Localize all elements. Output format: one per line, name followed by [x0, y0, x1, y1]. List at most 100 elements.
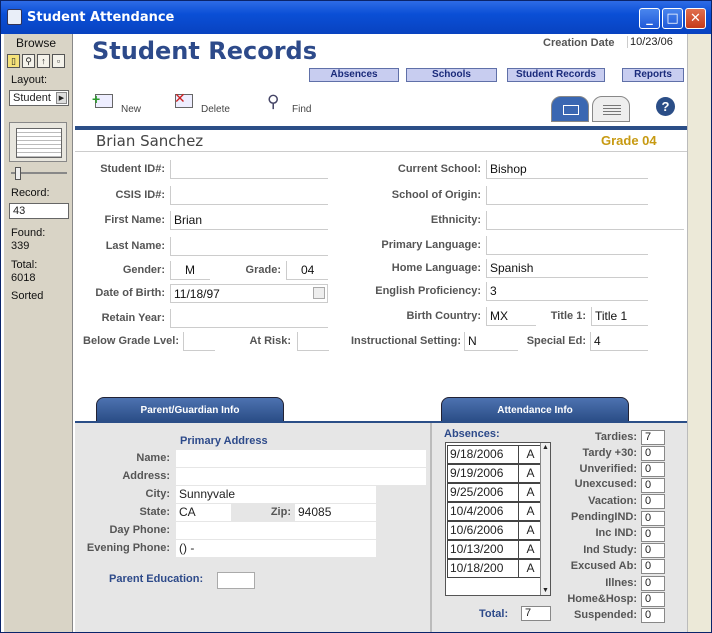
at-risk-label: At Risk:	[249, 335, 291, 347]
find-mode-icon[interactable]: ⚲	[22, 54, 35, 68]
primary-address-heading: Primary Address	[180, 435, 268, 447]
excused-ab-value[interactable]: 0	[641, 559, 665, 574]
evening-phone-field[interactable]: () -	[176, 540, 376, 557]
tab-reports[interactable]: Reports	[622, 68, 684, 82]
csis-id-field[interactable]	[170, 186, 328, 205]
app-window: Student Attendance _ □ ✕ Browse ▯ ⚲ ↑ ▫ …	[0, 0, 712, 633]
state-field[interactable]: CA	[176, 504, 231, 521]
special-ed-field[interactable]: 4	[590, 332, 648, 351]
absence-date: 10/13/200	[450, 542, 504, 556]
english-proficiency-field[interactable]: 3	[486, 282, 648, 301]
vacation-label: Vacation:	[588, 495, 637, 507]
title-bar[interactable]: Student Attendance _ □ ✕	[1, 1, 711, 34]
illnes-value[interactable]: 0	[641, 576, 665, 591]
grade-label: Grade:	[245, 264, 281, 276]
address-field[interactable]	[176, 468, 426, 485]
tardy-30-value[interactable]: 0	[641, 446, 665, 461]
browse-mode-icon[interactable]: ▯	[7, 54, 20, 68]
ethnicity-field[interactable]	[486, 211, 684, 230]
ind-study-value[interactable]: 0	[641, 543, 665, 558]
current-school-label: Current School:	[397, 163, 481, 175]
form-view-button[interactable]	[551, 96, 589, 122]
maximize-button[interactable]: □	[662, 8, 683, 29]
birth-country-field[interactable]: MX	[486, 307, 536, 326]
preview-mode-icon[interactable]: ▫	[52, 54, 65, 68]
first-name-field[interactable]: Brian	[170, 211, 328, 230]
find-label: Find	[292, 104, 312, 115]
mode-label[interactable]: Browse	[16, 36, 56, 50]
home-hosp-value[interactable]: 0	[641, 592, 665, 607]
title-1-field[interactable]: Title 1	[591, 307, 648, 326]
list-item[interactable]: 10/13/200 A	[447, 540, 541, 559]
unverified-value[interactable]: 0	[641, 462, 665, 477]
last-name-label: Last Name:	[105, 240, 165, 252]
last-name-field[interactable]	[170, 237, 328, 256]
vacation-value[interactable]: 0	[641, 494, 665, 509]
grade-field[interactable]: 04	[286, 261, 328, 280]
suspended-value[interactable]: 0	[641, 608, 665, 623]
close-button[interactable]: ✕	[685, 8, 706, 29]
list-item[interactable]: 9/25/2006 A	[447, 483, 541, 502]
parent-education-field[interactable]	[217, 572, 255, 589]
magnifier-icon: ⚲	[267, 92, 280, 111]
tab-parent-guardian-info[interactable]: Parent/Guardian Info	[96, 397, 284, 422]
address-label: Address:	[122, 470, 170, 482]
list-item[interactable]: 9/19/2006 A	[447, 464, 541, 483]
calendar-icon[interactable]	[313, 287, 325, 299]
dob-field[interactable]: 11/18/97	[170, 284, 328, 303]
minimize-button[interactable]: _	[639, 8, 660, 29]
chevron-down-icon[interactable]: ▶	[56, 92, 67, 104]
csis-id-label: CSIS ID#:	[115, 189, 165, 201]
day-phone-field[interactable]	[176, 522, 376, 539]
tardies-value[interactable]: 7	[641, 430, 665, 445]
inc-ind-label: Inc IND:	[595, 527, 637, 539]
record-number-input[interactable]: 43	[9, 203, 69, 219]
tab-student-records[interactable]: Student Records	[507, 68, 605, 82]
instructional-setting-field[interactable]: N	[464, 332, 518, 351]
list-item[interactable]: 10/18/200 A	[447, 559, 541, 578]
list-item[interactable]: 9/18/2006 A	[447, 445, 541, 464]
current-school-field[interactable]: Bishop	[486, 160, 648, 179]
layout-select-value: Student	[13, 92, 51, 104]
creation-date-label: Creation Date	[543, 37, 615, 49]
delete-label: Delete	[201, 104, 230, 115]
absences-list[interactable]: 9/18/2006 A 9/19/2006 A 9/25/2006 A 10/4/20…	[445, 442, 551, 596]
guardian-name-field[interactable]	[176, 450, 426, 467]
inc-ind-value[interactable]: 0	[641, 527, 665, 542]
layout-label: Layout:	[11, 74, 48, 86]
record-slider[interactable]	[11, 167, 67, 180]
absence-date: 10/6/2006	[450, 523, 504, 537]
student-id-label: Student ID#:	[100, 163, 165, 175]
tab-absences[interactable]: Absences	[309, 68, 399, 82]
zip-field[interactable]: 94085	[295, 504, 376, 521]
primary-language-field[interactable]	[486, 236, 648, 255]
city-field[interactable]: Sunnyvale	[176, 486, 376, 503]
unexcused-value[interactable]: 0	[641, 478, 665, 493]
list-item[interactable]: 10/6/2006 A	[447, 521, 541, 540]
main-layout: Student Records Creation Date 10/23/06 A…	[75, 34, 687, 632]
retain-year-field[interactable]	[170, 309, 328, 328]
parent-education-label: Parent Education:	[109, 573, 204, 585]
student-id-field[interactable]	[170, 160, 328, 179]
below-grade-field[interactable]	[183, 332, 215, 351]
list-view-button[interactable]	[592, 96, 630, 122]
layout-select[interactable]: Student ▶	[9, 90, 69, 106]
help-icon[interactable]: ?	[656, 97, 675, 116]
state-label: State:	[139, 506, 170, 518]
status-area: Browse ▯ ⚲ ↑ ▫ Layout: Student ▶ Record:…	[4, 34, 73, 632]
record-book-icon[interactable]	[9, 122, 67, 162]
layout-mode-icon[interactable]: ↑	[37, 54, 50, 68]
absences-total-label: Total:	[479, 608, 509, 620]
school-of-origin-field[interactable]	[486, 186, 648, 205]
gender-field[interactable]: M	[170, 261, 210, 280]
record-label: Record:	[11, 187, 50, 199]
tab-attendance-info[interactable]: Attendance Info	[441, 397, 629, 422]
list-item[interactable]: 10/4/2006 A	[447, 502, 541, 521]
pending-ind-value[interactable]: 0	[641, 511, 665, 526]
absence-date: 10/4/2006	[450, 504, 504, 518]
vertical-scrollbar[interactable]	[687, 34, 711, 632]
home-language-field[interactable]: Spanish	[486, 259, 648, 278]
tab-schools[interactable]: Schools	[406, 68, 497, 82]
absence-date: 9/19/2006	[450, 466, 504, 480]
total-label: Total:	[11, 259, 38, 271]
